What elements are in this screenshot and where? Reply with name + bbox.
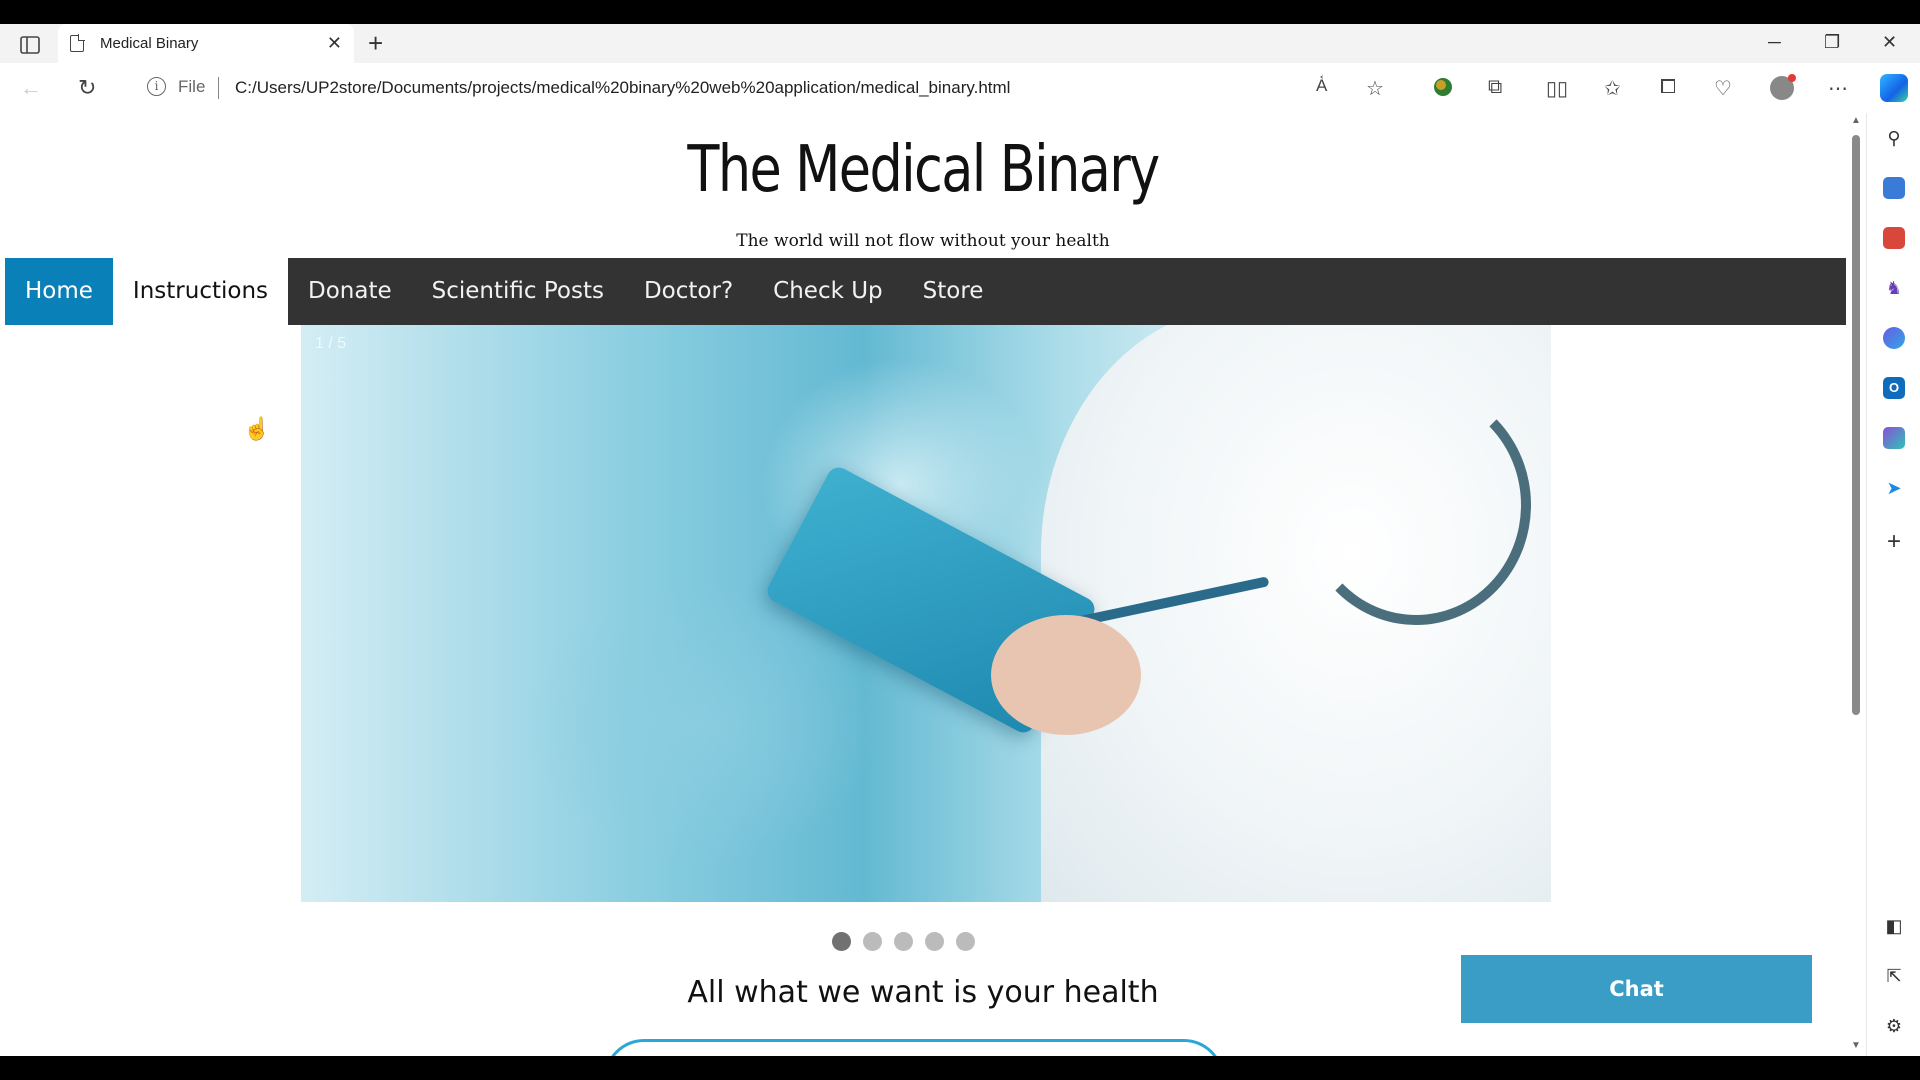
outlook-icon[interactable]: O xyxy=(1883,377,1905,399)
nav-donate[interactable]: Donate xyxy=(288,258,412,325)
close-tab-icon[interactable]: ✕ xyxy=(327,33,342,54)
tab-strip: Medical Binary ✕ + ─ ❐ ✕ xyxy=(0,24,1920,63)
card-top-edge xyxy=(604,1039,1224,1056)
page-scrollbar[interactable]: ▲ ▼ xyxy=(1846,113,1866,1056)
page-icon xyxy=(70,34,85,52)
main-nav: Home Instructions Donate Scientific Post… xyxy=(5,258,1846,325)
browser-tab[interactable]: Medical Binary ✕ xyxy=(58,24,354,63)
refresh-icon[interactable]: ↻ xyxy=(78,75,96,101)
address-bar: ← ↻ i File C:/Users/UP2store/Documents/p… xyxy=(0,63,1920,113)
slide-dot[interactable] xyxy=(893,932,913,951)
chat-button[interactable]: Chat xyxy=(1461,955,1812,1023)
site-info-icon[interactable]: i xyxy=(147,77,166,96)
file-scheme-label: File xyxy=(178,77,206,96)
slide-number-text: 1 / 5 xyxy=(315,335,347,352)
copilot-icon[interactable] xyxy=(1880,74,1908,102)
nav-instructions[interactable]: Instructions xyxy=(112,258,289,325)
new-tab-icon[interactable]: + xyxy=(368,30,383,56)
nav-home[interactable]: Home xyxy=(5,258,113,325)
extension-globe-icon[interactable] xyxy=(1432,76,1454,104)
site-title: The Medical Binary xyxy=(687,133,1160,207)
minimize-icon[interactable]: ─ xyxy=(1768,32,1781,53)
extensions-puzzle-icon[interactable]: ⧉ xyxy=(1488,76,1502,99)
nav-check-up[interactable]: Check Up xyxy=(753,258,903,325)
read-aloud-icon[interactable]: A᷾ xyxy=(1316,76,1327,96)
stethoscope-shape xyxy=(1301,385,1531,625)
send-icon[interactable]: ➤ xyxy=(1883,477,1905,499)
nav-store[interactable]: Store xyxy=(903,258,1004,325)
search-icon[interactable]: ⚲ xyxy=(1883,127,1905,149)
tools-briefcase-icon[interactable] xyxy=(1883,227,1905,249)
tab-title: Medical Binary xyxy=(100,35,199,52)
hand-cursor-icon: ☝ xyxy=(243,416,271,441)
shopping-tag-icon[interactable] xyxy=(1883,177,1905,199)
window-close-icon[interactable]: ✕ xyxy=(1882,32,1897,53)
designer-icon[interactable] xyxy=(1883,427,1905,449)
microsoft365-icon[interactable] xyxy=(1883,327,1905,349)
restore-icon[interactable]: ❐ xyxy=(1824,32,1840,53)
profile-avatar-icon[interactable] xyxy=(1770,74,1796,100)
settings-icon[interactable]: ⚙ xyxy=(1883,1015,1905,1037)
scroll-up-icon[interactable]: ▲ xyxy=(1851,115,1861,126)
favorite-star-icon[interactable]: ☆ xyxy=(1366,76,1384,101)
slide-dot[interactable] xyxy=(955,932,975,951)
slide-dot[interactable] xyxy=(831,932,851,951)
open-external-icon[interactable]: ⇱ xyxy=(1883,965,1905,987)
games-icon[interactable]: ♞ xyxy=(1883,277,1905,299)
screen: Medical Binary ✕ + ─ ❐ ✕ ← ↻ i File C:/U… xyxy=(0,0,1920,1080)
nav-doctor[interactable]: Doctor? xyxy=(624,258,753,325)
performance-heart-icon[interactable]: ♡ xyxy=(1714,76,1732,101)
back-icon[interactable]: ← xyxy=(20,75,42,101)
add-icon[interactable]: + xyxy=(1883,530,1905,554)
hide-sidebar-icon[interactable]: ◧ xyxy=(1883,915,1905,937)
split-screen-icon[interactable]: ▯▯ xyxy=(1546,76,1568,101)
scroll-thumb[interactable] xyxy=(1852,135,1860,715)
nav-scientific-posts[interactable]: Scientific Posts xyxy=(412,258,624,325)
slideshow-image[interactable]: 1 / 5 xyxy=(301,325,1551,902)
address-separator xyxy=(218,77,219,99)
favorites-icon[interactable]: ✩ xyxy=(1604,76,1621,101)
slide-dot[interactable] xyxy=(924,932,944,951)
collections-icon[interactable]: ⧠ xyxy=(1660,76,1676,99)
slide-dots xyxy=(0,932,1826,951)
url-field[interactable]: C:/Users/UP2store/Documents/projects/med… xyxy=(235,78,1010,98)
more-icon[interactable]: ⋯ xyxy=(1828,76,1848,101)
site-subtitle: The world will not flow without your hea… xyxy=(736,231,1110,251)
slide-dot[interactable] xyxy=(862,932,882,951)
hand-shape xyxy=(991,615,1141,735)
tab-actions-icon[interactable] xyxy=(14,33,46,57)
browser-sidebar: ⚲ ♞ O ➤ + ◧ ⇱ ⚙ xyxy=(1866,113,1920,1056)
page-viewport: The Medical Binary The world will not fl… xyxy=(0,113,1866,1056)
scroll-down-icon[interactable]: ▼ xyxy=(1851,1040,1861,1051)
